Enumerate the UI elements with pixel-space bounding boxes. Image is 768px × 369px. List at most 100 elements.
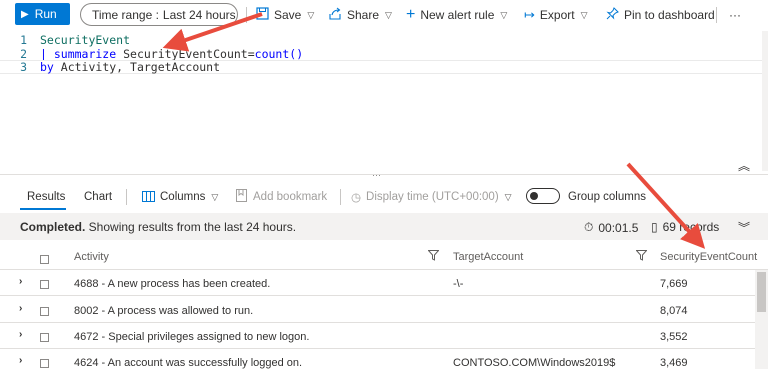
expand-row-icon[interactable]: › (19, 276, 22, 287)
document-icon: ▯ (651, 220, 658, 234)
toolbar-divider (716, 7, 717, 23)
group-columns-label-wrap: Group columns (568, 189, 646, 205)
editor-line[interactable]: 2 | summarize SecurityEventCount=count() (0, 47, 768, 61)
pin-to-dashboard-label: Pin to dashboard (624, 8, 715, 22)
tab-results[interactable]: Results (27, 189, 65, 205)
clock-icon: ◷ (351, 192, 362, 204)
duration-value: 00:01.5 (598, 220, 639, 235)
share-label: Share (347, 8, 380, 22)
editor-scrollbar[interactable] (762, 31, 768, 171)
add-bookmark-label: Add bookmark (253, 191, 328, 203)
tab-chart-label: Chart (84, 191, 113, 203)
row-checkbox[interactable] (40, 307, 49, 316)
pin-icon (606, 7, 619, 23)
results-table-header: Activity TargetAccount SecurityEventCoun… (0, 244, 768, 270)
filter-icon[interactable] (427, 250, 440, 264)
table-row[interactable]: › 8002 - A process was allowed to run. 8… (0, 298, 768, 323)
cell-targetaccount: -\- (453, 278, 464, 290)
time-range-label: Time range : (92, 7, 159, 22)
code-token: SecurityEventCount= (116, 47, 255, 61)
expand-all-icon[interactable]: ︾ (738, 219, 750, 236)
expand-row-icon[interactable]: › (19, 329, 22, 340)
columns-button[interactable]: Columns ▽ (142, 189, 218, 205)
export-label: Export (539, 8, 575, 22)
table-row[interactable]: › 4688 - A new process has been created.… (0, 271, 768, 296)
status-detail: Showing results from the last 24 hours. (85, 220, 297, 234)
save-button[interactable]: Save ▽ (256, 6, 314, 24)
code-token: | summarize (40, 47, 117, 61)
chevron-down-icon: ▽ (504, 191, 512, 202)
splitter-grip-icon[interactable]: ⋯ (372, 170, 382, 181)
query-toolbar: ▶ Run Time range : Last 24 hours Save ▽ … (0, 0, 768, 30)
filter-icon[interactable] (635, 250, 648, 264)
share-button[interactable]: Share ▽ (328, 6, 392, 24)
divider (340, 189, 341, 205)
more-options-button[interactable]: ··· (729, 6, 741, 24)
cell-securityeventcount: 7,669 (660, 278, 688, 290)
save-label: Save (274, 8, 302, 22)
cell-securityeventcount: 8,074 (660, 305, 688, 317)
pin-to-dashboard-button[interactable]: Pin to dashboard (606, 6, 715, 24)
collapse-editor-icon[interactable]: ︽ (738, 157, 750, 174)
cell-securityeventcount: 3,552 (660, 331, 688, 343)
scrollbar-thumb[interactable] (757, 272, 766, 312)
chevron-down-icon: ▽ (211, 191, 219, 202)
status-completed: Completed. (20, 220, 86, 234)
cell-targetaccount: CONTOSO.COM\Windows2019$ (453, 357, 616, 369)
select-all-checkbox[interactable] (40, 255, 49, 264)
toolbar-divider (246, 7, 247, 23)
columns-label: Columns (160, 191, 206, 203)
code-token: Activity, TargetAccount (53, 60, 221, 74)
cell-activity: 4688 - A new process has been created. (74, 278, 271, 290)
export-button[interactable]: ↦ Export ▽ (524, 6, 588, 24)
line-number: 2 (20, 47, 27, 61)
save-icon (256, 7, 269, 23)
tab-chart[interactable]: Chart (84, 189, 112, 205)
run-label: Run (34, 7, 57, 21)
table-row[interactable]: › 4672 - Special privileges assigned to … (0, 324, 768, 349)
export-icon: ↦ (524, 7, 535, 22)
expand-row-icon[interactable]: › (19, 355, 22, 366)
expand-row-icon[interactable]: › (19, 303, 22, 314)
query-editor[interactable]: 1 SecurityEvent 2 | summarize SecurityEv… (0, 31, 768, 174)
add-bookmark-button[interactable]: Add bookmark (236, 189, 327, 205)
display-time-button[interactable]: ◷ Display time (UTC+00:00) ▽ (351, 189, 512, 205)
columns-icon (142, 190, 155, 205)
code-token: count() (254, 47, 304, 61)
group-columns-label: Group columns (568, 191, 646, 203)
line-number: 1 (20, 33, 27, 47)
results-status-bar: Completed. Showing results from the last… (0, 213, 768, 240)
cell-securityeventcount: 3,469 (660, 357, 688, 369)
table-scrollbar[interactable] (755, 270, 768, 369)
column-header-targetaccount[interactable]: TargetAccount (453, 251, 523, 263)
active-tab-indicator (20, 208, 66, 210)
chevron-down-icon: ▽ (307, 9, 315, 20)
column-header-securityeventcount[interactable]: SecurityEventCount (660, 251, 757, 263)
editor-line[interactable]: 1 SecurityEvent (0, 33, 768, 47)
display-time-label: Display time (UTC+00:00) (366, 191, 499, 203)
code-token: by (40, 60, 54, 74)
row-checkbox[interactable] (40, 280, 49, 289)
more-icon: ··· (729, 8, 741, 22)
row-checkbox[interactable] (40, 359, 49, 368)
group-columns-toggle[interactable] (526, 188, 560, 204)
tab-results-label: Results (27, 191, 66, 203)
new-alert-rule-button[interactable]: + New alert rule ▽ (406, 6, 507, 24)
line-number: 3 (20, 60, 27, 74)
code-token: SecurityEvent (40, 33, 131, 47)
run-button[interactable]: ▶ Run (15, 3, 70, 25)
play-icon: ▶ (21, 8, 29, 20)
table-row[interactable]: › 4624 - An account was successfully log… (0, 350, 768, 369)
cell-activity: 4672 - Special privileges assigned to ne… (74, 331, 310, 343)
row-checkbox[interactable] (40, 333, 49, 342)
column-header-activity[interactable]: Activity (74, 251, 109, 263)
time-range-value: Last 24 hours (162, 7, 236, 22)
record-count: ▯ 69 records (651, 220, 719, 234)
record-count-value: 69 records (662, 220, 720, 234)
chevron-down-icon: ▽ (385, 9, 392, 20)
pane-splitter[interactable] (0, 174, 768, 175)
editor-line-current[interactable]: 3 by Activity, TargetAccount (0, 60, 768, 74)
share-icon (328, 7, 342, 23)
time-range-picker[interactable]: Time range : Last 24 hours (80, 3, 238, 26)
stopwatch-icon: ⏱ (584, 220, 594, 234)
